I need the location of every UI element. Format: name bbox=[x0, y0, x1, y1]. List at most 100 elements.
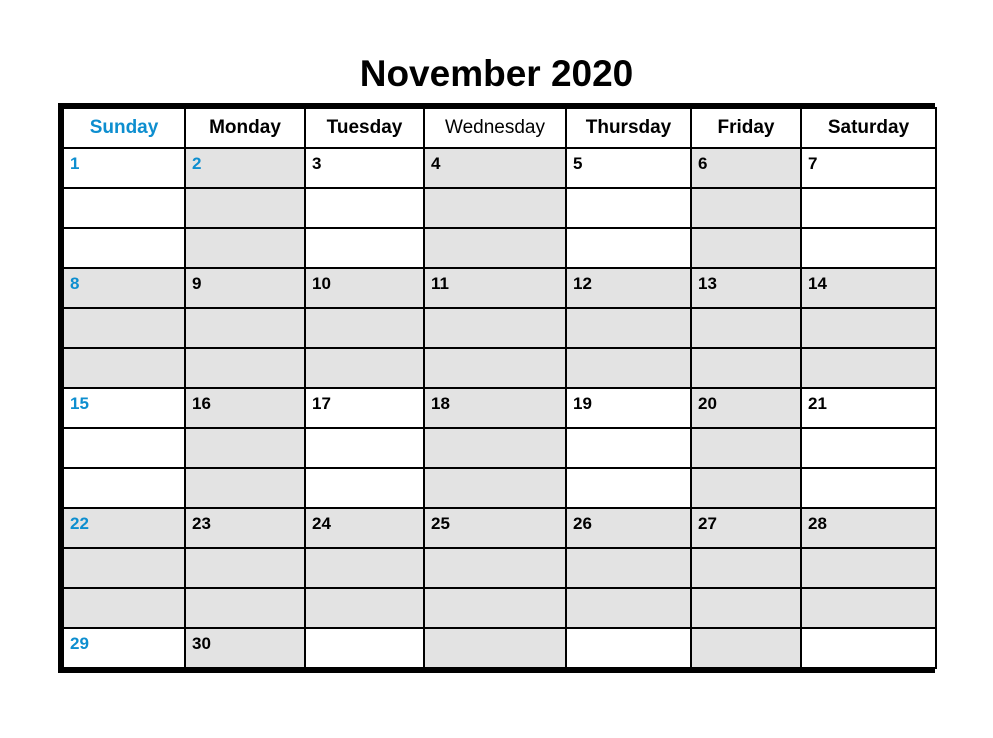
day-cell[interactable]: 16 bbox=[184, 387, 306, 429]
day-cell[interactable] bbox=[304, 587, 425, 629]
day-cell[interactable] bbox=[800, 187, 937, 229]
day-cell[interactable] bbox=[423, 427, 567, 469]
day-cell[interactable] bbox=[304, 427, 425, 469]
day-cell[interactable] bbox=[62, 227, 186, 269]
day-cell[interactable]: 5 bbox=[565, 147, 692, 189]
day-cell[interactable]: 10 bbox=[304, 267, 425, 309]
day-cell[interactable] bbox=[184, 467, 306, 509]
day-number: 16 bbox=[192, 394, 211, 413]
day-number: 4 bbox=[431, 154, 441, 173]
day-cell[interactable] bbox=[565, 427, 692, 469]
page-title: November 2020 bbox=[359, 53, 634, 94]
day-cell[interactable]: 8 bbox=[62, 267, 186, 309]
day-cell[interactable] bbox=[565, 187, 692, 229]
day-cell[interactable] bbox=[565, 627, 692, 669]
day-number: 27 bbox=[698, 514, 717, 533]
day-cell[interactable] bbox=[800, 427, 937, 469]
day-cell[interactable] bbox=[423, 627, 567, 669]
day-cell[interactable] bbox=[423, 347, 567, 389]
day-cell[interactable] bbox=[690, 427, 802, 469]
day-cell[interactable]: 19 bbox=[565, 387, 692, 429]
day-cell[interactable] bbox=[423, 547, 567, 589]
day-cell[interactable] bbox=[184, 547, 306, 589]
day-cell[interactable] bbox=[423, 467, 567, 509]
day-cell[interactable]: 25 bbox=[423, 507, 567, 549]
day-cell[interactable] bbox=[304, 467, 425, 509]
day-cell[interactable] bbox=[304, 627, 425, 669]
day-cell[interactable]: 1 bbox=[62, 147, 186, 189]
day-cell[interactable] bbox=[800, 307, 937, 349]
day-cell[interactable]: 13 bbox=[690, 267, 802, 309]
day-cell[interactable] bbox=[184, 227, 306, 269]
day-cell[interactable] bbox=[690, 627, 802, 669]
calendar-grid: Sunday Monday Tuesday Wednesday Thursday Frid… bbox=[58, 103, 937, 673]
day-cell[interactable] bbox=[304, 187, 425, 229]
day-cell[interactable]: 28 bbox=[800, 507, 937, 549]
day-cell[interactable] bbox=[423, 587, 567, 629]
weekday-header-wednesday: Wednesday bbox=[423, 107, 567, 149]
day-cell[interactable]: 15 bbox=[62, 387, 186, 429]
day-cell[interactable]: 27 bbox=[690, 507, 802, 549]
day-cell[interactable] bbox=[565, 347, 692, 389]
day-cell[interactable] bbox=[304, 227, 425, 269]
day-cell[interactable] bbox=[184, 587, 306, 629]
day-number: 7 bbox=[808, 154, 818, 173]
day-cell[interactable]: 3 bbox=[304, 147, 425, 189]
weekday-header-row: Sunday Monday Tuesday Wednesday Thursday Frid… bbox=[62, 107, 937, 149]
day-cell[interactable]: 24 bbox=[304, 507, 425, 549]
day-cell[interactable]: 2 bbox=[184, 147, 306, 189]
day-cell[interactable] bbox=[800, 467, 937, 509]
day-cell[interactable] bbox=[62, 187, 186, 229]
day-cell[interactable] bbox=[62, 307, 186, 349]
day-cell[interactable] bbox=[184, 187, 306, 229]
day-cell[interactable] bbox=[690, 547, 802, 589]
day-cell[interactable] bbox=[184, 427, 306, 469]
day-cell[interactable]: 22 bbox=[62, 507, 186, 549]
day-cell[interactable]: 18 bbox=[423, 387, 567, 429]
day-cell[interactable] bbox=[304, 307, 425, 349]
day-cell[interactable] bbox=[800, 587, 937, 629]
day-cell[interactable] bbox=[690, 587, 802, 629]
day-cell[interactable] bbox=[690, 307, 802, 349]
day-cell[interactable] bbox=[423, 227, 567, 269]
day-cell[interactable]: 30 bbox=[184, 627, 306, 669]
day-cell[interactable]: 26 bbox=[565, 507, 692, 549]
day-cell[interactable]: 4 bbox=[423, 147, 567, 189]
day-cell[interactable] bbox=[800, 227, 937, 269]
day-cell[interactable] bbox=[62, 587, 186, 629]
day-cell[interactable] bbox=[62, 347, 186, 389]
day-cell[interactable]: 11 bbox=[423, 267, 567, 309]
day-cell[interactable]: 21 bbox=[800, 387, 937, 429]
day-cell[interactable]: 7 bbox=[800, 147, 937, 189]
day-cell[interactable] bbox=[800, 547, 937, 589]
day-cell[interactable]: 17 bbox=[304, 387, 425, 429]
day-cell[interactable] bbox=[690, 467, 802, 509]
day-cell[interactable] bbox=[304, 347, 425, 389]
day-cell[interactable]: 29 bbox=[62, 627, 186, 669]
weekday-header-monday: Monday bbox=[184, 107, 306, 149]
day-cell[interactable] bbox=[423, 307, 567, 349]
day-cell[interactable] bbox=[62, 467, 186, 509]
day-cell[interactable] bbox=[565, 587, 692, 629]
day-cell[interactable] bbox=[800, 347, 937, 389]
day-cell[interactable] bbox=[184, 307, 306, 349]
day-cell[interactable]: 23 bbox=[184, 507, 306, 549]
day-cell[interactable] bbox=[62, 427, 186, 469]
day-cell[interactable]: 6 bbox=[690, 147, 802, 189]
day-cell[interactable] bbox=[304, 547, 425, 589]
day-cell[interactable] bbox=[565, 227, 692, 269]
day-cell[interactable]: 20 bbox=[690, 387, 802, 429]
day-cell[interactable] bbox=[690, 227, 802, 269]
day-cell[interactable]: 12 bbox=[565, 267, 692, 309]
day-cell[interactable] bbox=[800, 627, 937, 669]
day-cell[interactable] bbox=[565, 467, 692, 509]
day-cell[interactable] bbox=[565, 547, 692, 589]
day-cell[interactable] bbox=[690, 347, 802, 389]
day-cell[interactable] bbox=[62, 547, 186, 589]
day-cell[interactable] bbox=[565, 307, 692, 349]
day-cell[interactable] bbox=[690, 187, 802, 229]
day-cell[interactable] bbox=[184, 347, 306, 389]
day-cell[interactable]: 14 bbox=[800, 267, 937, 309]
day-cell[interactable]: 9 bbox=[184, 267, 306, 309]
day-cell[interactable] bbox=[423, 187, 567, 229]
